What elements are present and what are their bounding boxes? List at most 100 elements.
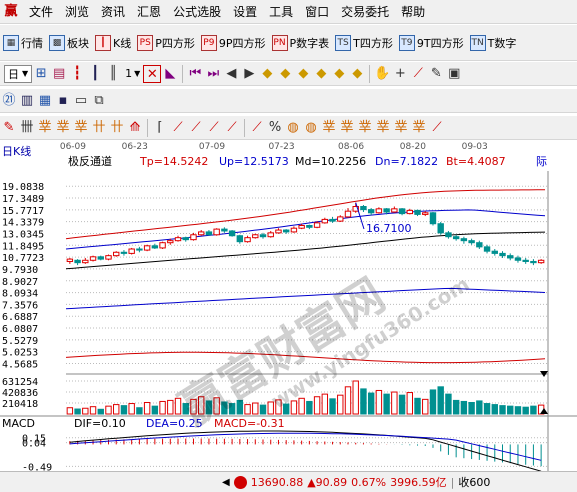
fan-icon[interactable]: ⟋ xyxy=(187,119,205,137)
price-tick-label: 8.9027 xyxy=(2,277,38,288)
pencil-icon[interactable]: ✎ xyxy=(0,119,18,137)
brush-icon[interactable]: ✎ xyxy=(427,65,445,83)
divider xyxy=(369,64,371,83)
t-square-button[interactable]: TS T四方形 xyxy=(332,32,396,54)
p-number-button[interactable]: PN P数字表 xyxy=(269,32,333,54)
gann-icon[interactable]: 丵 xyxy=(410,119,428,137)
menu-settings[interactable]: 设置 xyxy=(227,0,263,24)
first-icon[interactable]: ⏮ xyxy=(186,65,204,83)
9t-square-button[interactable]: T9 9T四方形 xyxy=(396,32,467,54)
diamond-icon[interactable]: ◆ xyxy=(294,65,312,83)
diamond-icon[interactable]: ◆ xyxy=(330,65,348,83)
gann-icon[interactable]: 丵 xyxy=(36,119,54,137)
status-bar: ◀ 13690.88 ▲90.89 0.67% 3996.59亿 | 收600 xyxy=(0,471,577,492)
bracket-icon[interactable]: ⌈ xyxy=(151,119,169,137)
last-icon[interactable]: ⏭ xyxy=(204,65,222,83)
candle-body xyxy=(259,234,267,238)
dif-label: DIF=0.10 xyxy=(74,417,126,430)
price-tick-label: 5.0253 xyxy=(2,348,38,359)
candle-body xyxy=(213,228,220,236)
9p-square-button[interactable]: P9 9P四方形 xyxy=(198,32,269,54)
candle-body xyxy=(128,248,135,254)
kline-chart[interactable]: 日K线 极反通道 Tp=14.5242 Up=12.5173 Md=10.225… xyxy=(0,141,577,473)
kline-blue-icon[interactable]: ┃ xyxy=(86,65,104,83)
stats-icon[interactable]: ▥ xyxy=(18,92,36,110)
fan-icon[interactable]: ⟰ xyxy=(126,119,144,137)
menu-info[interactable]: 资讯 xyxy=(95,0,131,24)
ts-icon: TS xyxy=(335,34,352,51)
menu-file[interactable]: 文件 xyxy=(23,0,59,24)
divider xyxy=(244,118,245,137)
chart-icon[interactable]: ▤ xyxy=(50,65,68,83)
volume-bar xyxy=(252,402,259,415)
trend-icon[interactable]: ⟋ xyxy=(428,119,446,137)
candle-body xyxy=(82,259,89,264)
gann-icon[interactable]: 丵 xyxy=(54,119,72,137)
diamond-icon[interactable]: ◆ xyxy=(276,65,294,83)
next-icon[interactable]: ▶ xyxy=(240,65,258,83)
period-toolbar: 日 ▼ ⊞ ▤ ┇ ┃ ║ 1 ▼ ✕ ◣ ⏮ ⏭ ◀ ▶ ◆ ◆ ◆ ◆ ◆ ◆ … xyxy=(0,62,577,86)
diamond-icon[interactable]: ◆ xyxy=(258,65,276,83)
volume-bar xyxy=(167,399,174,415)
kline-button[interactable]: ┃ K线 xyxy=(92,32,134,54)
menu-help[interactable]: 帮助 xyxy=(395,0,431,24)
chevron-left-icon[interactable]: ◀ xyxy=(222,477,230,488)
gann-icon[interactable]: 丵 xyxy=(72,119,90,137)
draw-icon[interactable]: ⟋ xyxy=(409,65,427,83)
layout-icon[interactable]: ⊞ xyxy=(32,65,50,83)
ellipse-icon[interactable]: ◍ xyxy=(284,119,302,137)
menu-window[interactable]: 窗口 xyxy=(299,0,335,24)
status-tail: 收600 xyxy=(458,476,491,489)
volume-tick-label: 210418 xyxy=(2,399,38,410)
diamond-icon[interactable]: ◆ xyxy=(312,65,330,83)
mode-select[interactable]: 1 ▼ xyxy=(122,63,143,85)
fan-icon[interactable]: ⟋ xyxy=(169,119,187,137)
menu-tools[interactable]: 工具 xyxy=(263,0,299,24)
volume-bar xyxy=(136,407,143,415)
p-square-button[interactable]: PS P四方形 xyxy=(134,32,198,54)
gann-icon[interactable]: 丵 xyxy=(374,119,392,137)
menu-formula[interactable]: 公式选股 xyxy=(167,0,227,24)
quotes-button[interactable]: ▦ 行情 xyxy=(0,32,46,54)
candle-body xyxy=(89,256,97,261)
chart-area[interactable]: 日K线 极反通道 Tp=14.5242 Up=12.5173 Md=10.225… xyxy=(0,141,577,473)
candle-body xyxy=(429,212,437,225)
percent-icon[interactable]: % xyxy=(266,119,284,137)
ellipse-icon[interactable]: ◍ xyxy=(302,119,320,137)
candle-body xyxy=(468,240,475,244)
gann-icon[interactable]: 丵 xyxy=(338,119,356,137)
table-icon[interactable]: ▦ xyxy=(36,92,54,110)
fan-icon[interactable]: ⟋ xyxy=(205,119,223,137)
grid-line-icon[interactable]: 卌 xyxy=(18,119,36,137)
fan-icon[interactable]: ⟋ xyxy=(248,119,266,137)
candle-body xyxy=(66,258,74,262)
volume-bar xyxy=(306,400,313,415)
prev-icon[interactable]: ◀ xyxy=(222,65,240,83)
fan-icon[interactable]: ⟋ xyxy=(223,119,241,137)
fork-icon[interactable]: 卄 xyxy=(90,119,108,137)
hand-icon[interactable]: ✋ xyxy=(373,65,391,83)
t-number-button[interactable]: TN T数字 xyxy=(467,32,520,54)
sectors-button[interactable]: ▩ 板块 xyxy=(46,32,92,54)
triangle-icon[interactable]: ◣ xyxy=(161,65,179,83)
kline-red-icon[interactable]: ┇ xyxy=(68,65,86,83)
monitor-icon[interactable]: ▭ xyxy=(72,92,90,110)
calendar-icon[interactable]: ㉑ xyxy=(0,92,18,110)
period-select[interactable]: 日 ▼ xyxy=(4,64,33,83)
network-icon[interactable]: ⧉ xyxy=(90,92,108,110)
image-icon[interactable]: ▣ xyxy=(445,65,463,83)
x-mark-icon[interactable]: ✕ xyxy=(143,64,162,83)
menu-trade[interactable]: 交易委托 xyxy=(335,0,395,24)
gann-icon[interactable]: 丵 xyxy=(320,119,338,137)
fork-icon[interactable]: 卄 xyxy=(108,119,126,137)
diamond-icon[interactable]: ◆ xyxy=(348,65,366,83)
price-tick-label: 9.7930 xyxy=(2,265,38,276)
menu-huien[interactable]: 汇恩 xyxy=(131,0,167,24)
bar-icon[interactable]: ║ xyxy=(104,65,122,83)
gann-icon[interactable]: 丵 xyxy=(356,119,374,137)
gann-icon[interactable]: 丵 xyxy=(392,119,410,137)
crosshair-icon[interactable]: + xyxy=(391,65,409,83)
save-icon[interactable]: ▪ xyxy=(54,92,72,110)
menu-browse[interactable]: 浏览 xyxy=(59,0,95,24)
volume-bar xyxy=(422,398,429,415)
